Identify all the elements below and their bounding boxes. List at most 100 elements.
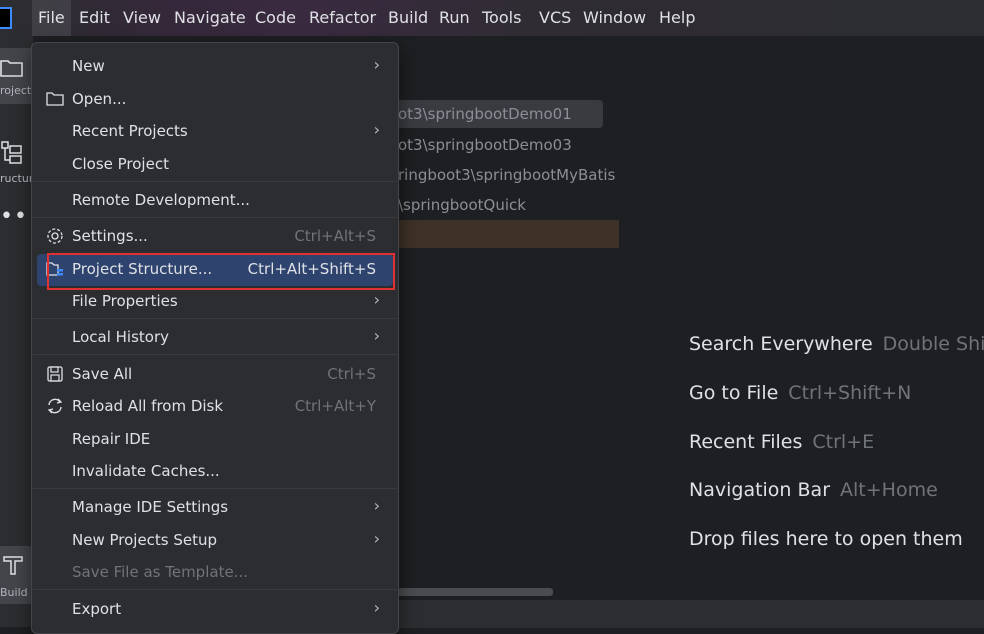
menu-code[interactable]: Code xyxy=(255,0,296,36)
hint-label: Search Everywhere xyxy=(689,333,873,355)
build-tool-button[interactable]: Build xyxy=(0,546,33,604)
panel-divider[interactable] xyxy=(619,42,620,599)
status-bar xyxy=(398,599,984,628)
menu-separator xyxy=(33,181,397,182)
menu-separator xyxy=(33,217,397,218)
menu-item-label: Settings... xyxy=(72,227,148,245)
hint-label: Navigation Bar xyxy=(689,479,831,501)
project-tool-label: roject xyxy=(0,84,32,97)
menu-item-save-as-template: Save File as Template... xyxy=(32,557,398,589)
menu-separator xyxy=(33,589,397,590)
menu-item-local-history[interactable]: Local History › xyxy=(32,322,398,354)
hint-go-to-file: Go to File Ctrl+Shift+N xyxy=(689,382,911,404)
hint-label: Drop files here to open them xyxy=(689,528,963,550)
menu-item-file-properties[interactable]: File Properties › xyxy=(32,286,398,318)
menu-tools[interactable]: Tools xyxy=(482,0,521,36)
hammer-icon xyxy=(3,556,23,575)
gear-icon xyxy=(47,228,63,244)
more-tools-button[interactable]: ••• xyxy=(0,204,41,236)
menu-file[interactable]: File xyxy=(32,0,71,36)
horizontal-scrollbar[interactable] xyxy=(398,588,553,596)
menu-edit[interactable]: Edit xyxy=(79,0,110,36)
menu-item-label: File Properties xyxy=(72,292,178,310)
menu-navigate[interactable]: Navigate xyxy=(174,0,246,36)
menu-item-label: Reload All from Disk xyxy=(72,397,224,415)
menu-item-new-projects-setup[interactable]: New Projects Setup › xyxy=(32,525,398,557)
menu-window[interactable]: Window xyxy=(583,0,646,36)
menu-item-label: Local History xyxy=(72,328,170,346)
chevron-right-icon: › xyxy=(373,290,380,309)
chevron-right-icon: › xyxy=(373,598,380,617)
menu-item-shortcut: Ctrl+S xyxy=(327,365,376,383)
menu-separator xyxy=(33,318,397,319)
hint-shortcut: Alt+Home xyxy=(840,479,938,501)
chevron-right-icon: › xyxy=(373,120,380,139)
menu-item-settings[interactable]: Settings... Ctrl+Alt+S xyxy=(32,221,398,253)
menu-item-invalidate-caches[interactable]: Invalidate Caches... xyxy=(32,456,398,488)
menu-item-remote-development[interactable]: Remote Development... xyxy=(32,185,398,217)
project-path-row[interactable]: ringboot3\springbootMyBatis xyxy=(398,166,615,184)
menu-item-shortcut: Ctrl+Alt+S xyxy=(294,227,376,245)
structure-tool-button[interactable]: ructur xyxy=(0,136,33,188)
highlighted-project-row[interactable] xyxy=(398,220,619,248)
hint-label: Go to File xyxy=(689,382,779,404)
menu-item-label: Repair IDE xyxy=(72,430,151,448)
menu-item-save-all[interactable]: Save All Ctrl+S xyxy=(32,359,398,391)
project-path-row[interactable]: ot3\springbootDemo01 xyxy=(398,105,572,123)
hint-label: Recent Files xyxy=(689,431,803,453)
menu-item-label: Manage IDE Settings xyxy=(72,498,229,516)
menu-run[interactable]: Run xyxy=(439,0,470,36)
menu-view[interactable]: View xyxy=(123,0,161,36)
main-menubar: File Edit View Navigate Code Refactor Bu… xyxy=(0,0,984,37)
structure-tool-label: ructur xyxy=(0,172,34,185)
menu-item-label: Recent Projects xyxy=(72,122,188,140)
menu-item-label: New Projects Setup xyxy=(72,531,218,549)
menu-item-recent-projects[interactable]: Recent Projects › xyxy=(32,116,398,148)
hint-shortcut: Ctrl+Shift+N xyxy=(788,382,912,404)
app-logo-icon[interactable] xyxy=(0,7,12,29)
hint-recent-files: Recent Files Ctrl+E xyxy=(689,431,874,453)
save-icon xyxy=(47,366,63,382)
project-path-row[interactable]: ot3\springbootDemo03 xyxy=(398,136,572,154)
reload-icon xyxy=(47,398,63,414)
file-menu-dropdown: New › Open... Recent Projects › Close Pr… xyxy=(31,42,399,634)
project-tool-button[interactable]: roject xyxy=(0,48,33,104)
project-path-row[interactable]: \springbootQuick xyxy=(398,196,526,214)
chevron-right-icon: › xyxy=(373,496,380,515)
menu-item-label: Invalidate Caches... xyxy=(72,462,220,480)
menu-item-manage-ide-settings[interactable]: Manage IDE Settings › xyxy=(32,492,398,524)
structure-icon xyxy=(1,141,22,164)
chevron-right-icon: › xyxy=(373,326,380,345)
menu-item-close-project[interactable]: Close Project xyxy=(32,149,398,181)
folder-open-icon xyxy=(46,92,64,106)
menu-item-shortcut: Ctrl+Alt+Y xyxy=(294,397,376,415)
menu-item-label: Export xyxy=(72,600,122,618)
menu-item-label: Close Project xyxy=(72,155,169,173)
menu-refactor[interactable]: Refactor xyxy=(309,0,376,36)
hint-drop-files: Drop files here to open them xyxy=(689,528,963,550)
menu-item-label: Open... xyxy=(72,90,127,108)
hint-shortcut: Double Shi xyxy=(882,333,984,355)
menu-item-new[interactable]: New › xyxy=(32,51,398,83)
menu-item-open[interactable]: Open... xyxy=(32,84,398,116)
hint-shortcut: Ctrl+E xyxy=(812,431,875,453)
menu-item-label: Save All xyxy=(72,365,133,383)
menu-item-repair-ide[interactable]: Repair IDE xyxy=(32,424,398,456)
folder-icon xyxy=(0,60,23,77)
menu-item-reload-all[interactable]: Reload All from Disk Ctrl+Alt+Y xyxy=(32,391,398,423)
tool-window-strip: roject ructur ••• Build xyxy=(0,36,41,627)
menu-help[interactable]: Help xyxy=(659,0,695,36)
menu-item-label: Remote Development... xyxy=(72,191,250,209)
menu-item-export[interactable]: Export › xyxy=(32,594,398,626)
menu-build[interactable]: Build xyxy=(388,0,428,36)
chevron-right-icon: › xyxy=(373,529,380,548)
chevron-right-icon: › xyxy=(373,55,380,74)
menu-separator xyxy=(33,354,397,355)
hint-search-everywhere: Search Everywhere Double Shi xyxy=(689,333,984,355)
menu-separator xyxy=(33,488,397,489)
menu-item-label: Save File as Template... xyxy=(72,563,248,581)
menu-item-label: New xyxy=(72,57,105,75)
annotation-highlight-box xyxy=(47,253,395,290)
menu-vcs[interactable]: VCS xyxy=(539,0,571,36)
hint-navigation-bar: Navigation Bar Alt+Home xyxy=(689,479,938,501)
